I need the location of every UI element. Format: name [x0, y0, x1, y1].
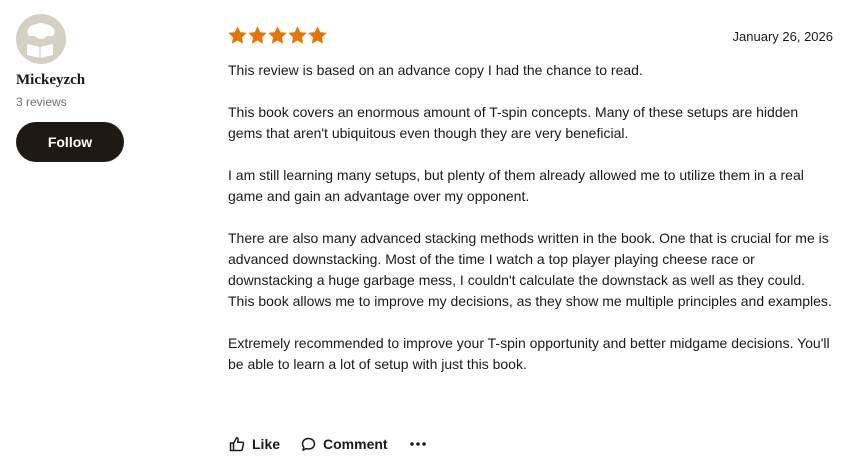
- follow-button[interactable]: Follow: [16, 122, 124, 162]
- comment-label: Comment: [323, 436, 388, 452]
- reviewer-review-count: 3 reviews: [16, 95, 67, 109]
- reviewer-name[interactable]: Mickeyzch: [16, 72, 206, 89]
- review-paragraph: There are also many advanced stacking me…: [228, 230, 832, 309]
- star-icon: [268, 26, 287, 44]
- like-button[interactable]: Like: [229, 436, 280, 452]
- star-icon: [288, 26, 307, 44]
- star-icon: [308, 26, 327, 44]
- review-header: January 26, 2026: [228, 26, 833, 46]
- review-card: Mickeyzch 3 reviews Follow January 26, 2…: [0, 0, 857, 476]
- review-paragraph: I am still learning many setups, but ple…: [228, 167, 804, 204]
- thumbs-up-icon: [229, 436, 245, 452]
- review-text: This review is based on an advance copy …: [228, 60, 833, 375]
- star-icon: [228, 26, 247, 44]
- review-paragraph: Extremely recommended to improve your T-…: [228, 335, 830, 372]
- review-paragraph: This book covers an enormous amount of T…: [228, 104, 799, 141]
- review-content: January 26, 2026 This review is based on…: [228, 26, 833, 375]
- star-icon: [248, 26, 267, 44]
- like-label: Like: [252, 436, 281, 452]
- review-paragraph: This review is based on an advance copy …: [228, 62, 643, 78]
- more-dots-icon: [409, 442, 426, 446]
- comment-button[interactable]: Comment: [301, 436, 388, 452]
- review-date[interactable]: January 26, 2026: [733, 29, 833, 44]
- more-options-button[interactable]: [409, 436, 426, 452]
- review-actions: Like Comment: [229, 436, 426, 452]
- default-reader-avatar-icon[interactable]: [16, 14, 66, 64]
- speech-bubble-icon: [301, 437, 316, 452]
- reviewer-section: Mickeyzch 3 reviews Follow: [16, 14, 206, 162]
